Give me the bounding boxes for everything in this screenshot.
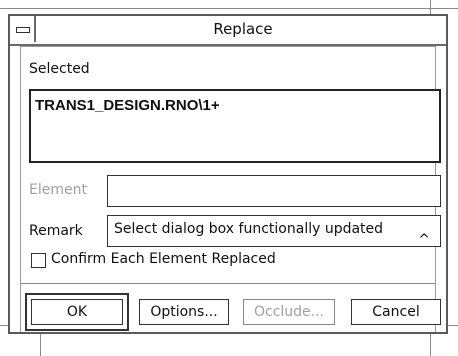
selected-label: Selected [29, 61, 90, 77]
confirm-checkbox[interactable] [31, 253, 46, 268]
desktop-line [40, 334, 41, 356]
options-button[interactable]: Options... [139, 299, 229, 325]
remark-field[interactable]: Select dialog box functionally updated ^ [107, 215, 441, 248]
element-label: Element [29, 182, 87, 198]
desktop-line [0, 8, 458, 9]
button-separator [21, 283, 435, 284]
remark-field-value: Select dialog box functionally updated [114, 221, 384, 237]
replace-dialog: Replace Selected TRANS1_DESIGN.RNO\1+ El… [8, 14, 448, 334]
cancel-button[interactable]: Cancel [351, 299, 441, 325]
confirm-label[interactable]: Confirm Each Element Replaced [51, 251, 276, 267]
element-field [107, 175, 441, 207]
desktop-line [448, 325, 458, 326]
list-item[interactable]: TRANS1_DESIGN.RNO\1+ [35, 97, 220, 114]
desktop-line [430, 334, 431, 356]
occlude-button: Occlude... [243, 299, 335, 325]
window-menu-button[interactable] [10, 16, 36, 42]
dialog-title: Replace [213, 20, 273, 38]
selected-list[interactable]: TRANS1_DESIGN.RNO\1+ [29, 89, 441, 163]
text-cursor-icon: ^ [418, 232, 430, 248]
ok-button[interactable]: OK [31, 299, 123, 325]
remark-label: Remark [29, 223, 83, 239]
dialog-body: Selected TRANS1_DESIGN.RNO\1+ Element Re… [20, 46, 441, 332]
desktop-line [0, 325, 8, 326]
desktop-line [430, 0, 431, 14]
window-menu-icon [16, 27, 30, 33]
title-bar[interactable]: Replace [10, 16, 446, 46]
